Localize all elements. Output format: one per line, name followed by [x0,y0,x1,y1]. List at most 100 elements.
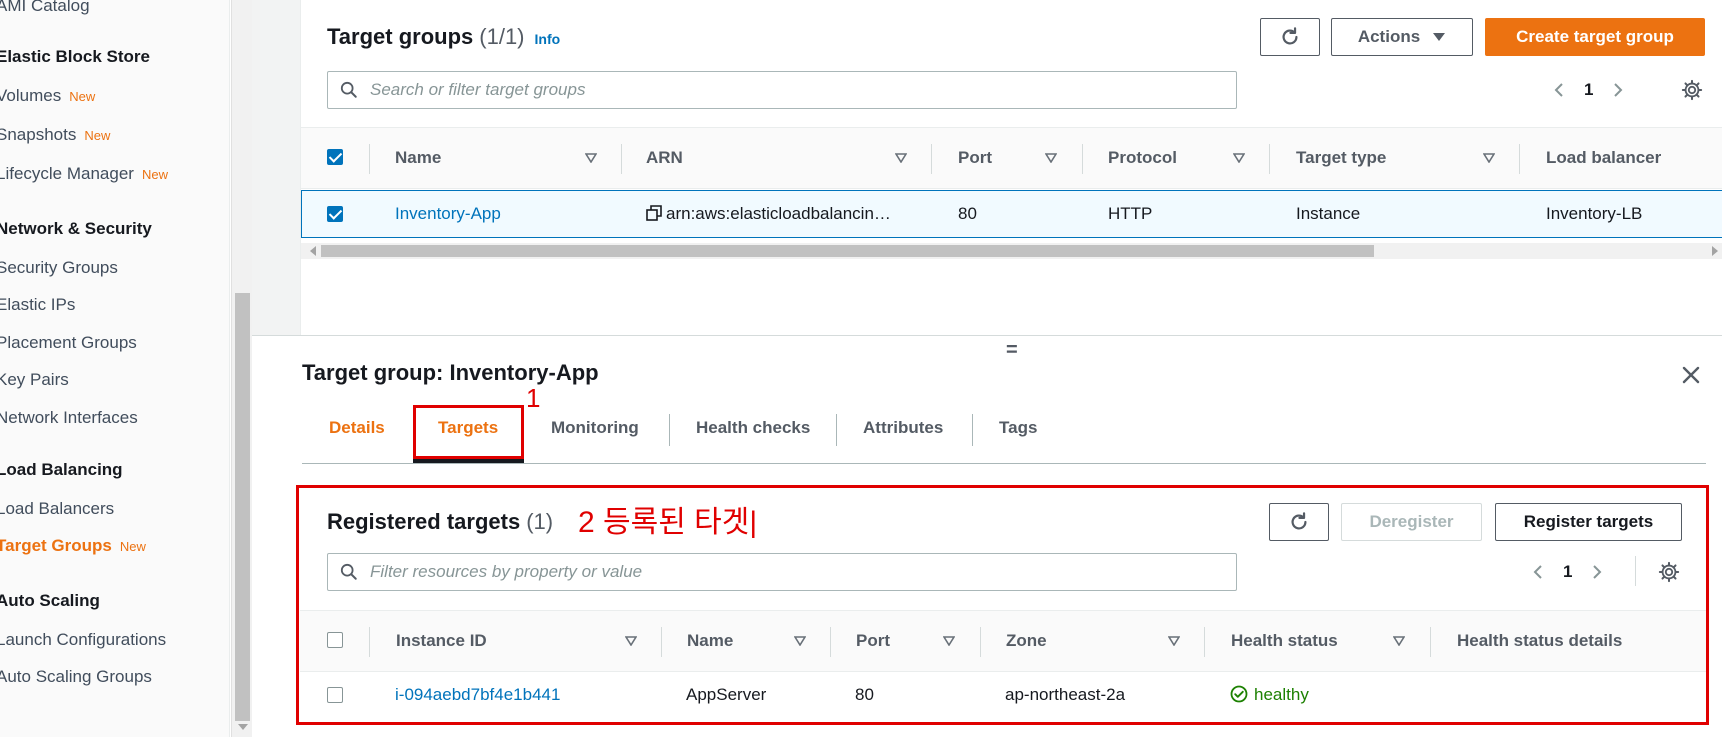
tab-tags[interactable]: Tags [999,418,1037,438]
tab-divider [836,414,837,446]
sidebar-section-auto-scaling: Auto Scaling [0,591,100,611]
tab-details[interactable]: Details [329,418,385,438]
sidebar-item-network-interfaces[interactable]: Network Interfaces [0,408,138,428]
sidebar-section-label: Network & Security [0,219,152,238]
row-checkbox[interactable] [327,206,343,222]
sidebar-section-label: Load Balancing [0,460,123,479]
horizontal-scrollbar[interactable] [301,243,1722,259]
split-panel-resize-handle[interactable]: = [1006,339,1018,362]
tab-health-checks[interactable]: Health checks [696,418,810,438]
column-header-instance-id[interactable]: Instance ID [396,631,487,651]
sidebar-item-lifecycle-manager[interactable]: Lifecycle Manager New [0,164,168,184]
sidebar-scrollbar[interactable] [231,0,252,737]
sort-icon[interactable] [1045,153,1057,163]
sidebar-item-key-pairs[interactable]: Key Pairs [0,370,69,390]
create-target-group-button[interactable]: Create target group [1485,18,1705,56]
chevron-left-icon[interactable] [1552,83,1566,97]
scroll-right-arrow-icon[interactable] [1711,246,1719,256]
target-group-name-link[interactable]: Inventory-App [395,204,501,224]
sidebar-item-label: Target Groups [0,536,112,555]
table-row[interactable]: Inventory-App arn:aws:elasticloadbalanci… [301,190,1722,238]
registered-refresh-button[interactable] [1269,503,1329,541]
instance-name-cell: AppServer [686,685,767,704]
sidebar-item-label: Volumes [0,86,62,105]
actions-label: Actions [1357,27,1421,46]
column-divider [369,627,370,657]
column-header-port[interactable]: Port [958,148,992,168]
sidebar-item-label: Lifecycle Manager [0,164,134,183]
sidebar-item-label: Security Groups [0,258,118,277]
tab-monitoring[interactable]: Monitoring [551,418,639,438]
select-all-checkbox[interactable] [327,632,343,648]
chevron-right-icon[interactable] [1611,83,1625,97]
sidebar-scroll-thumb[interactable] [235,293,250,721]
row-checkbox[interactable] [327,687,343,703]
new-badge: New [69,89,96,104]
sidebar-item-volumes[interactable]: Volumes New [0,86,95,106]
protocol-cell: HTTP [1108,204,1153,223]
sidebar-item-load-balancers[interactable]: Load Balancers [0,499,114,519]
sort-icon[interactable] [585,153,597,163]
info-link[interactable]: Info [535,31,561,47]
select-all-checkbox[interactable] [327,149,343,165]
gear-icon[interactable] [1681,79,1703,101]
actions-dropdown[interactable]: Actions [1331,18,1473,56]
registered-targets-count: (1) [526,509,554,534]
deregister-button[interactable]: Deregister [1341,503,1482,541]
gear-icon[interactable] [1658,561,1680,583]
column-header-protocol[interactable]: Protocol [1108,148,1177,168]
column-header-load-balancer[interactable]: Load balancer [1546,148,1661,168]
page-number[interactable]: 1 [1584,80,1593,100]
sort-icon[interactable] [1483,153,1495,163]
horizontal-scroll-thumb[interactable] [321,245,1374,257]
column-header-name[interactable]: Name [395,148,441,168]
sort-icon[interactable] [794,636,806,646]
app-root: AMI Catalog Elastic Block Store Volumes N… [0,0,1722,737]
new-badge: New [84,128,111,143]
sort-icon[interactable] [625,636,637,646]
refresh-button[interactable] [1260,18,1320,56]
table-row[interactable]: i-094aebd7bf4e1b441 AppServer 80 ap-nort… [300,672,1706,720]
tab-attributes[interactable]: Attributes [863,418,943,438]
column-header-port[interactable]: Port [856,631,890,651]
column-header-health-status[interactable]: Health status [1231,631,1338,651]
search-icon [340,81,357,98]
sort-icon[interactable] [1168,636,1180,646]
target-groups-search-input[interactable]: Search or filter target groups [327,71,1237,109]
sidebar-item-security-groups[interactable]: Security Groups [0,258,118,278]
sort-icon[interactable] [1233,153,1245,163]
copy-icon[interactable] [646,205,662,221]
column-divider [1204,627,1205,657]
refresh-icon [1291,512,1307,530]
register-targets-button[interactable]: Register targets [1495,503,1682,541]
sidebar-item-placement-groups[interactable]: Placement Groups [0,333,137,353]
new-badge: New [141,167,168,182]
chevron-left-icon[interactable] [1531,565,1545,579]
sidebar-item-ami-catalog[interactable]: AMI Catalog [0,0,90,16]
sort-icon[interactable] [895,153,907,163]
scroll-left-arrow-icon[interactable] [309,246,317,256]
zone-cell: ap-northeast-2a [1005,685,1126,704]
close-icon[interactable] [1681,365,1701,385]
sidebar-item-launch-configurations[interactable]: Launch Configurations [0,630,166,650]
sidebar-item-auto-scaling-groups[interactable]: Auto Scaling Groups [0,667,152,687]
column-header-zone[interactable]: Zone [1006,631,1047,651]
column-header-health-status-details[interactable]: Health status details [1457,631,1622,651]
sort-icon[interactable] [943,636,955,646]
column-header-arn[interactable]: ARN [646,148,683,168]
column-divider [1430,627,1431,657]
column-header-name[interactable]: Name [687,631,733,651]
sidebar-item-target-groups[interactable]: Target Groups New [0,536,146,556]
page-number[interactable]: 1 [1563,562,1572,582]
column-header-target-type[interactable]: Target type [1296,148,1386,168]
chevron-right-icon[interactable] [1590,565,1604,579]
registered-targets-filter-input[interactable]: Filter resources by property or value [327,553,1237,591]
sidebar-item-snapshots[interactable]: Snapshots New [0,125,110,145]
sidebar-item-elastic-ips[interactable]: Elastic IPs [0,295,75,315]
instance-id-link[interactable]: i-094aebd7bf4e1b441 [395,685,560,705]
scroll-down-arrow-icon[interactable] [238,724,248,730]
column-divider [980,627,981,657]
sort-icon[interactable] [1393,636,1405,646]
column-divider [369,144,370,174]
target-type-cell: Instance [1296,204,1361,223]
